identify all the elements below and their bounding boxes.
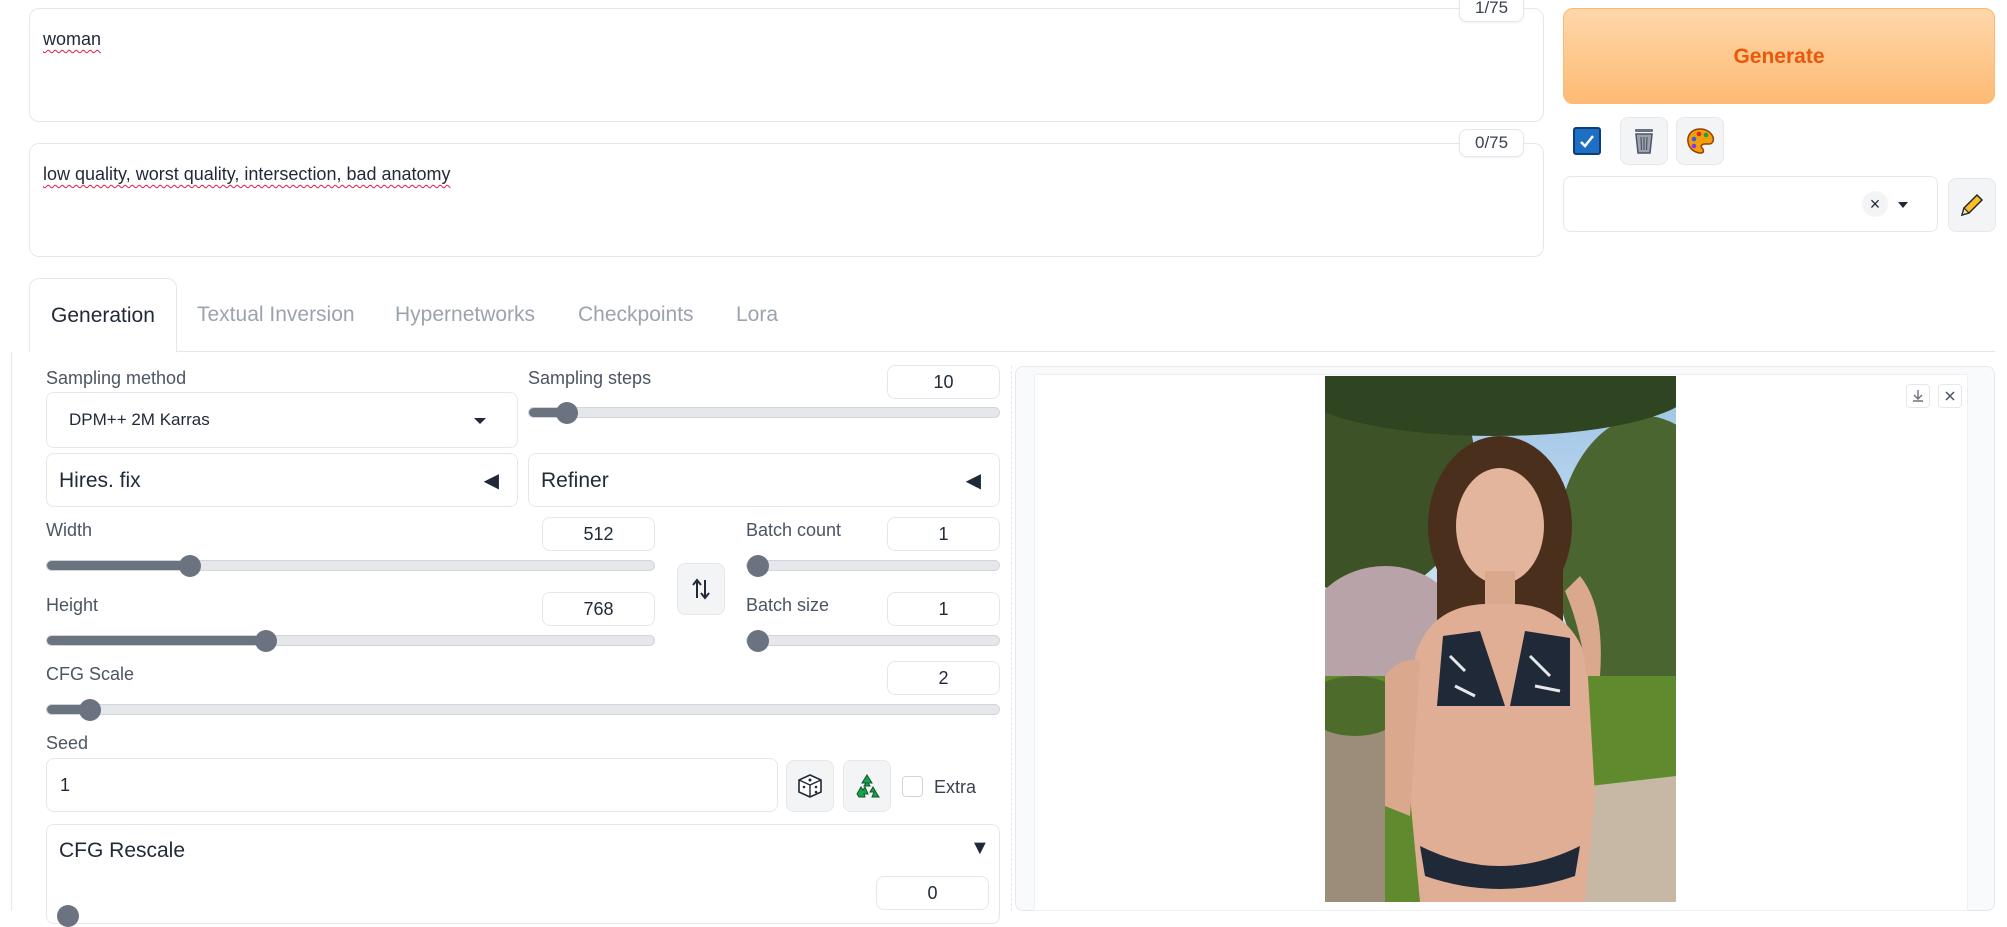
slider-thumb[interactable] bbox=[747, 630, 769, 652]
slider-thumb[interactable] bbox=[747, 555, 769, 577]
cfg-scale-label: CFG Scale bbox=[46, 664, 135, 684]
reuse-seed-button[interactable] bbox=[843, 760, 891, 812]
recycle-icon bbox=[856, 774, 880, 798]
extra-label: Extra bbox=[934, 777, 977, 797]
tab-textual-inversion[interactable]: Textual Inversion bbox=[197, 278, 355, 352]
expand-arrow-icon: ▼ bbox=[970, 837, 990, 859]
sampling-steps-input[interactable]: 10 bbox=[887, 365, 1000, 399]
random-seed-button[interactable] bbox=[786, 760, 834, 812]
sampling-method-label: Sampling method bbox=[46, 368, 187, 388]
cfg-rescale-label: CFG Rescale bbox=[59, 839, 186, 862]
sampling-method-value: DPM++ 2M Karras bbox=[69, 410, 210, 429]
edit-styles-button[interactable] bbox=[1948, 178, 1996, 232]
refiner-label: Refiner bbox=[541, 469, 609, 492]
chevron-down-icon bbox=[1898, 202, 1908, 208]
prompt-text: woman bbox=[43, 29, 102, 49]
width-label: Width bbox=[46, 520, 93, 540]
dice-icon bbox=[798, 774, 822, 798]
height-slider[interactable] bbox=[46, 630, 655, 652]
cfg-scale-slider[interactable] bbox=[46, 699, 1000, 721]
collapse-arrow-icon: ◀ bbox=[965, 470, 981, 492]
styles-clear-button[interactable]: × bbox=[1862, 191, 1888, 217]
height-label: Height bbox=[46, 595, 99, 615]
width-slider[interactable] bbox=[46, 555, 655, 577]
swap-dimensions-icon bbox=[692, 578, 710, 600]
batch-count-slider[interactable] bbox=[746, 555, 1000, 577]
tab-lora[interactable]: Lora bbox=[736, 278, 778, 352]
width-input[interactable]: 512 bbox=[542, 517, 655, 551]
seed-input[interactable]: 1 bbox=[46, 758, 778, 812]
hires-fix-label: Hires. fix bbox=[59, 469, 141, 492]
negative-prompt-textarea[interactable]: low quality, worst quality, intersection… bbox=[29, 143, 1544, 257]
refiner-accordion[interactable]: Refiner ◀ bbox=[528, 453, 1000, 507]
styles-dropdown[interactable]: × bbox=[1563, 176, 1938, 232]
show-extra-networks-button[interactable] bbox=[1563, 117, 1611, 165]
tab-hypernetworks[interactable]: Hypernetworks bbox=[395, 278, 535, 352]
close-icon bbox=[1945, 391, 1955, 401]
collapse-arrow-icon: ◀ bbox=[483, 470, 499, 492]
close-icon: × bbox=[1869, 194, 1881, 214]
tabs-bar: Generation Textual Inversion Hypernetwor… bbox=[29, 278, 1995, 353]
batch-size-input[interactable]: 1 bbox=[887, 592, 1000, 626]
cfg-scale-input[interactable]: 2 bbox=[887, 661, 1000, 695]
seed-label: Seed bbox=[46, 733, 89, 753]
batch-size-label: Batch size bbox=[746, 595, 830, 615]
batch-size-slider[interactable] bbox=[746, 630, 1000, 652]
extra-checkbox[interactable] bbox=[902, 776, 923, 797]
slider-thumb[interactable] bbox=[555, 402, 578, 424]
pencil-icon bbox=[1960, 193, 1984, 217]
slider-thumb[interactable] bbox=[178, 555, 201, 577]
hires-fix-accordion[interactable]: Hires. fix ◀ bbox=[46, 453, 518, 507]
generate-button[interactable]: Generate bbox=[1563, 8, 1995, 104]
chevron-down-icon bbox=[474, 418, 486, 424]
negative-prompt-text: low quality, worst quality, intersection… bbox=[43, 164, 451, 184]
slider-thumb[interactable] bbox=[57, 905, 79, 927]
clear-prompt-button[interactable] bbox=[1620, 117, 1668, 165]
apply-style-button[interactable] bbox=[1676, 117, 1724, 165]
swap-dimensions-button[interactable] bbox=[677, 563, 725, 615]
prompt-token-counter: 1/75 bbox=[1459, 0, 1525, 22]
negative-prompt-token-counter: 0/75 bbox=[1459, 129, 1525, 157]
tab-checkpoints[interactable]: Checkpoints bbox=[578, 278, 694, 352]
sampling-method-select[interactable]: DPM++ 2M Karras bbox=[46, 392, 518, 448]
slider-thumb[interactable] bbox=[78, 699, 101, 721]
palette-icon bbox=[1687, 128, 1715, 154]
cfg-rescale-input[interactable]: 0 bbox=[876, 876, 989, 910]
batch-count-label: Batch count bbox=[746, 520, 842, 540]
prompt-textarea[interactable]: woman bbox=[29, 8, 1544, 122]
cfg-rescale-accordion[interactable]: CFG Rescale ▼ bbox=[46, 824, 1000, 924]
checkbox-icon bbox=[1573, 127, 1601, 155]
panel-border bbox=[11, 352, 12, 911]
height-input[interactable]: 768 bbox=[542, 592, 655, 626]
close-image-button[interactable] bbox=[1938, 384, 1962, 408]
download-icon bbox=[1913, 390, 1923, 402]
column-divider bbox=[1011, 366, 1012, 911]
sampling-steps-slider[interactable] bbox=[528, 402, 1000, 424]
download-button[interactable] bbox=[1906, 384, 1930, 408]
tab-generation[interactable]: Generation bbox=[29, 278, 177, 353]
sampling-steps-label: Sampling steps bbox=[528, 368, 652, 388]
seed-value: 1 bbox=[60, 775, 71, 795]
trash-icon bbox=[1635, 129, 1653, 154]
slider-thumb[interactable] bbox=[254, 630, 277, 652]
generated-image[interactable] bbox=[1325, 376, 1676, 902]
batch-count-input[interactable]: 1 bbox=[887, 517, 1000, 551]
